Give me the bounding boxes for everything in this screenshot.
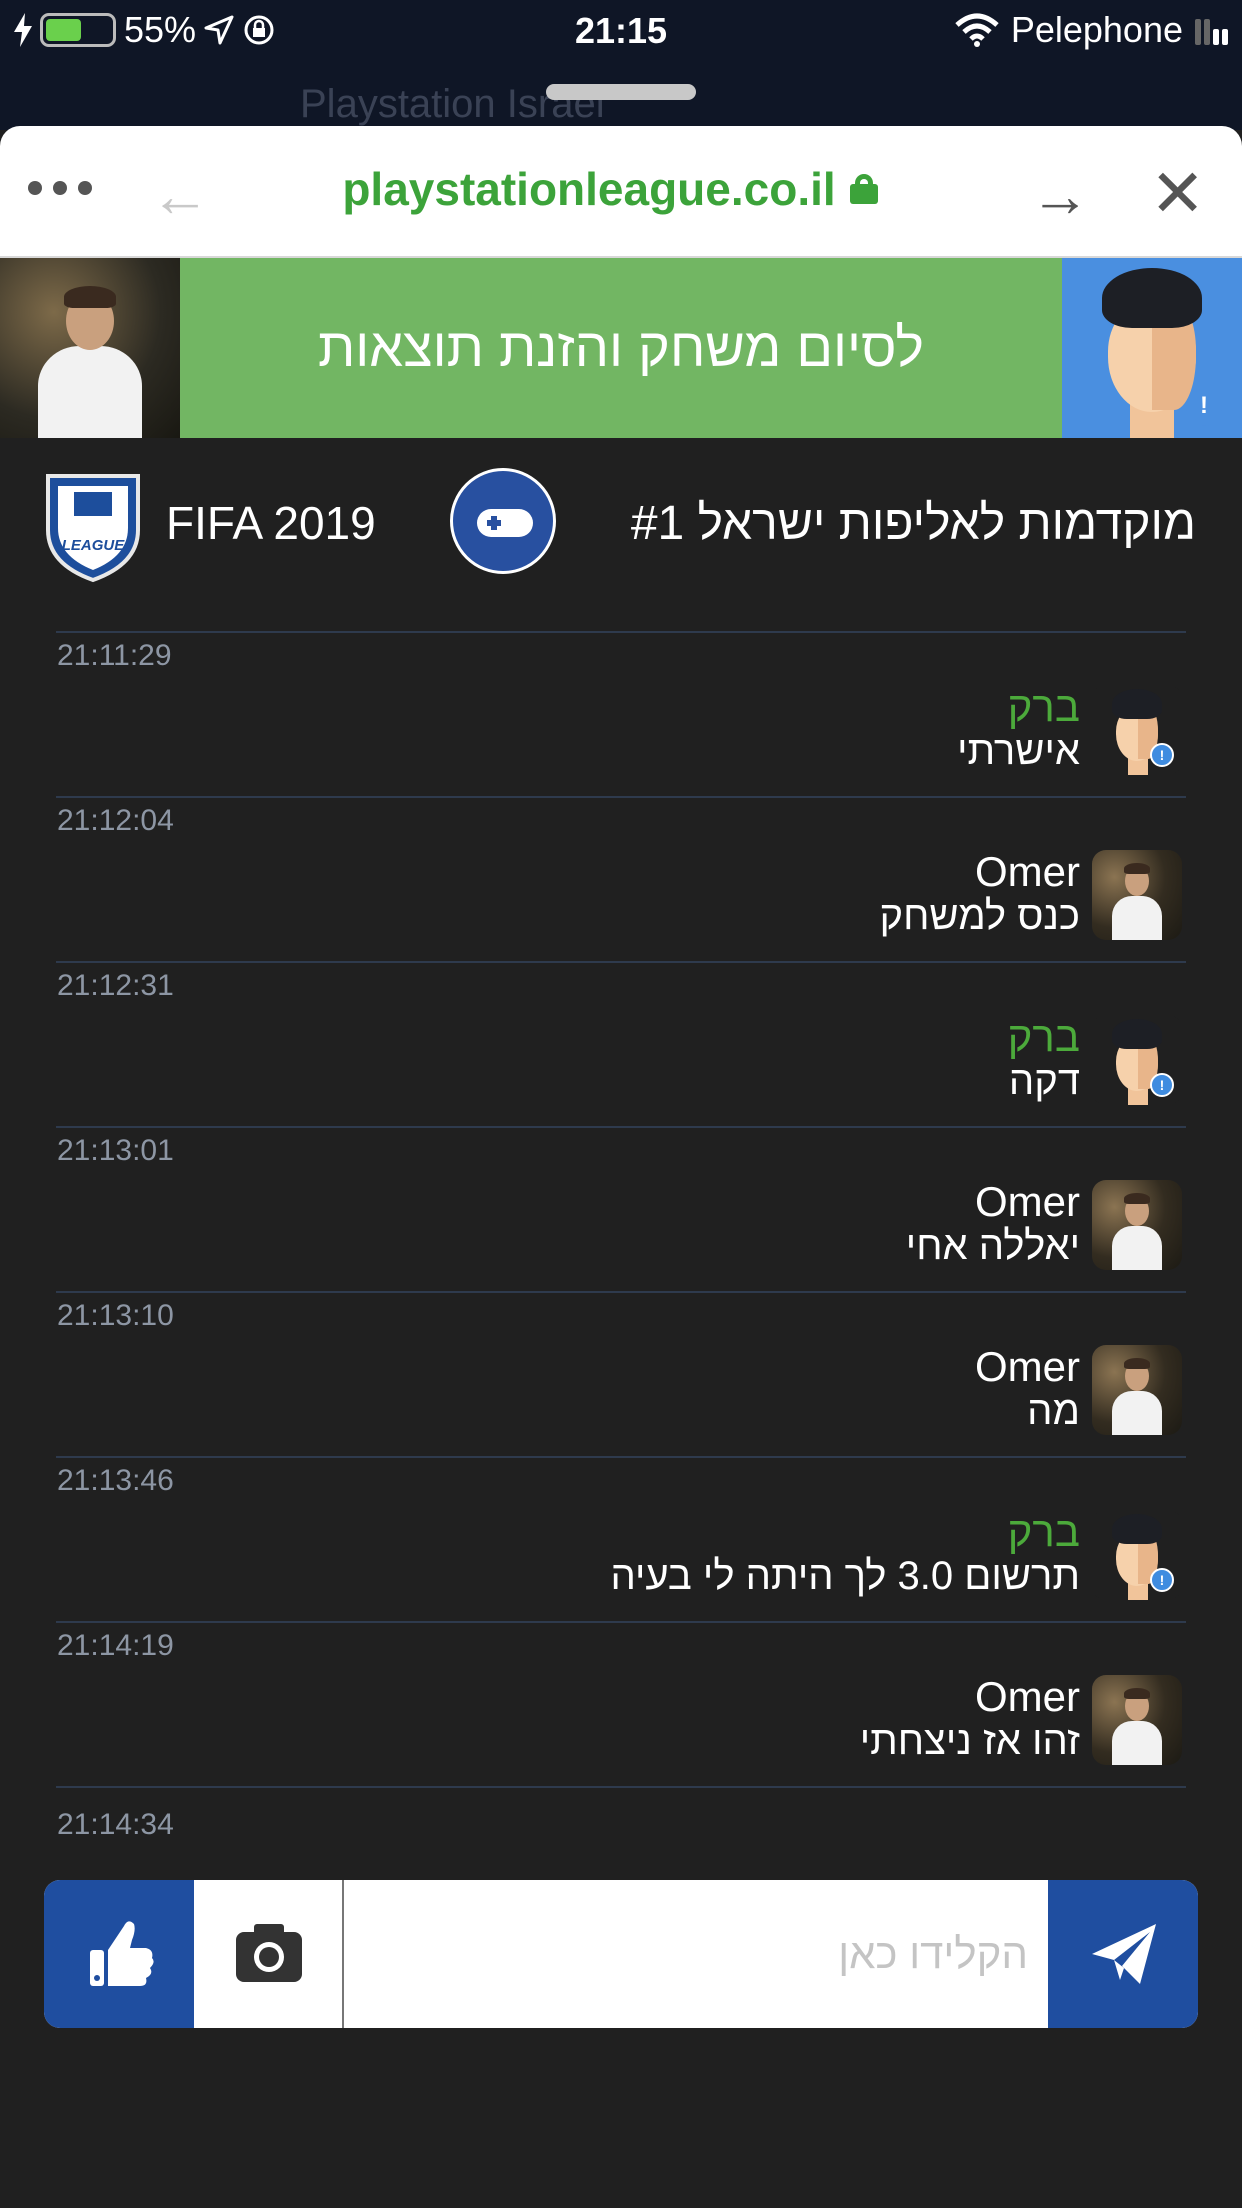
chat-list[interactable]: 21:11:29 ברק אישרתי ! 21:12:04 Omer כנס …: [56, 608, 1186, 1838]
thumbs-up-icon: [90, 1921, 154, 1986]
message-time: 21:13:10: [57, 1299, 174, 1332]
message-text: אישרתי: [957, 729, 1080, 773]
tournament-header: LEAGUE FIFA 2019 מוקדמות לאליפות ישראל #…: [0, 438, 1242, 608]
back-arrow-icon[interactable]: ←: [150, 166, 210, 226]
controller-icon[interactable]: [450, 468, 556, 574]
message-time: 21:14:34: [57, 1808, 174, 1841]
message-composer: [44, 1880, 1198, 2028]
message-time: 21:12:04: [57, 804, 174, 837]
url-text: playstationleague.co.il: [342, 163, 836, 215]
paper-plane-icon: [1092, 1924, 1156, 1984]
banner-label: לסיום משחק והזנת תוצאות: [317, 318, 925, 378]
message-author: ברק: [1007, 683, 1080, 730]
chat-message: 21:14:19 Omer זהו אז ניצחתי: [56, 1623, 1186, 1788]
message-input[interactable]: [344, 1880, 1048, 2028]
signal-icon: [1195, 15, 1228, 45]
lock-icon: [849, 174, 878, 204]
chat-message: 21:12:04 Omer כנס למשחק: [56, 798, 1186, 963]
message-text: יאללה אחי: [905, 1224, 1080, 1268]
message-author: Omer: [975, 1343, 1080, 1390]
chat-message: 21:13:01 Omer יאללה אחי: [56, 1128, 1186, 1293]
message-text: כנס למשחק: [879, 894, 1080, 938]
chat-message: 21:13:46 ברק תרשום 3.0 לך היתה לי בעיה !: [56, 1458, 1186, 1623]
message-text: דקה: [1008, 1059, 1080, 1103]
tournament-title: מוקדמות לאליפות ישראל #1: [630, 497, 1196, 550]
user-avatar[interactable]: !: [1092, 1510, 1182, 1600]
close-icon[interactable]: ✕: [1150, 160, 1205, 226]
user-avatar[interactable]: [1092, 1675, 1182, 1765]
message-text: תרשום 3.0 לך היתה לי בעיה: [610, 1554, 1080, 1598]
chat-message: 21:12:31 ברק דקה !: [56, 963, 1186, 1128]
like-button[interactable]: [44, 1880, 194, 2028]
more-icon[interactable]: [28, 176, 92, 200]
message-time: 21:14:19: [57, 1629, 174, 1662]
user-avatar[interactable]: !: [1092, 1015, 1182, 1105]
user-avatar[interactable]: !: [1092, 685, 1182, 775]
message-time: 21:11:29: [57, 639, 172, 672]
chat-message: 21:13:10 Omer מה: [56, 1293, 1186, 1458]
user-avatar[interactable]: [1092, 1180, 1182, 1270]
message-author: ברק: [1007, 1013, 1080, 1060]
message-text: זהו אז ניצחתי: [859, 1719, 1080, 1763]
league-logo-icon: LEAGUE: [46, 474, 140, 583]
url-bar[interactable]: playstationleague.co.il: [250, 162, 970, 216]
message-author: Omer: [975, 848, 1080, 895]
message-time: 21:12:31: [57, 969, 174, 1002]
camera-button[interactable]: [194, 1880, 344, 2028]
sheet-grabber[interactable]: [546, 84, 696, 100]
user-avatar[interactable]: [1092, 850, 1182, 940]
carrier-name: Pelephone: [1010, 9, 1183, 50]
browser-toolbar: ← playstationleague.co.il → ✕: [0, 126, 1242, 258]
message-time: 21:13:01: [57, 1134, 174, 1167]
chat-message: 21:11:29 ברק אישרתי !: [56, 633, 1186, 798]
player-photo: [0, 258, 180, 438]
message-time: 21:13:46: [57, 1464, 174, 1497]
game-title: FIFA 2019: [166, 497, 376, 549]
user-avatar[interactable]: [1092, 1345, 1182, 1435]
camera-icon: [236, 1924, 302, 1982]
end-game-banner[interactable]: לסיום משחק והזנת תוצאות !: [0, 258, 1242, 438]
svg-text:LEAGUE: LEAGUE: [62, 537, 126, 554]
message-text: מה: [1027, 1389, 1080, 1433]
message-author: Omer: [975, 1178, 1080, 1225]
message-author: Omer: [975, 1673, 1080, 1720]
forward-arrow-icon[interactable]: →: [1030, 166, 1090, 226]
wifi-icon: [955, 13, 999, 47]
status-bar: 55% 21:15 Pelephone Playstation Israel: [0, 0, 1242, 130]
status-right: Pelephone: [955, 9, 1228, 50]
send-button[interactable]: [1048, 1880, 1198, 2028]
message-author: ברק: [1007, 1508, 1080, 1555]
chat-message-partial: [56, 608, 1186, 633]
opponent-avatar: !: [1062, 258, 1242, 438]
